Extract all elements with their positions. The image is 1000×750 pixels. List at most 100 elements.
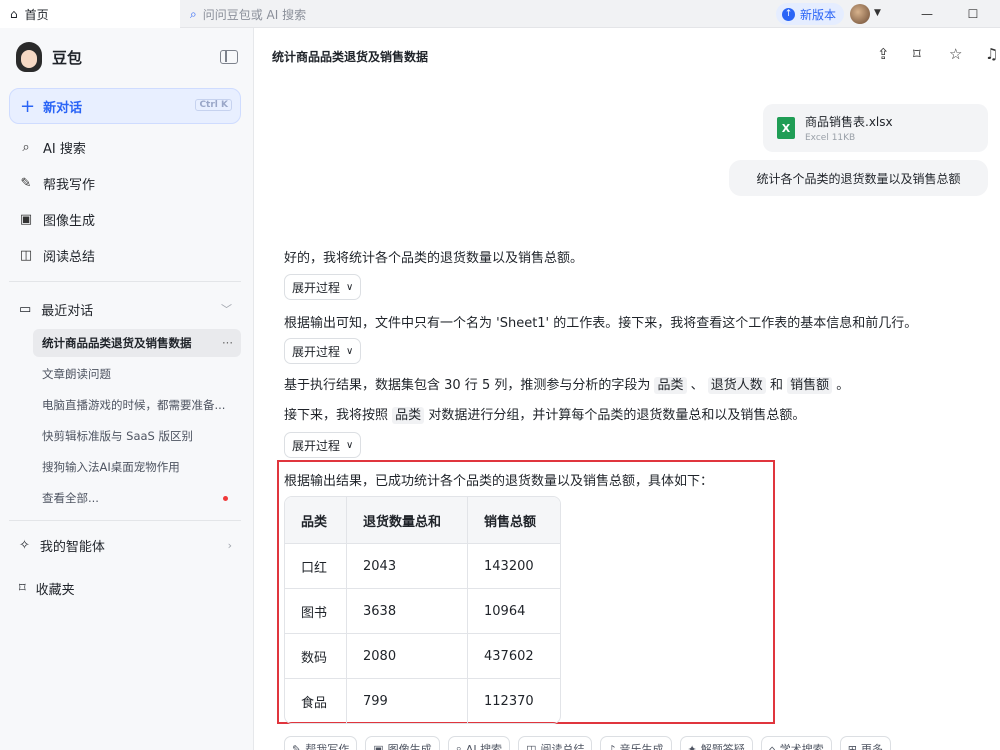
column-header: 品类 <box>285 497 347 543</box>
new-chat-button[interactable]: + 新对话 Ctrl K <box>9 88 241 124</box>
grid-icon: ⊞ <box>847 742 857 750</box>
file-name: 商品销售表.xlsx <box>805 115 893 129</box>
recent-chat-label: 统计商品品类退货及销售数据 <box>42 336 192 350</box>
excel-file-icon: X <box>777 117 795 139</box>
sidebar-item-favorites[interactable]: ⌑ 收藏夹 <box>0 571 254 605</box>
recent-section-header[interactable]: ▭ 最近对话 ﹀ <box>0 292 254 326</box>
title-bar: ⌂ 首页 ⌕ 问问豆包或 AI 搜索 ↑ 新版本 ▼ — ☐ <box>0 0 1000 28</box>
field-chip: 退货人数 <box>707 377 766 394</box>
tool-more[interactable]: ⊞ 更多 <box>839 736 891 750</box>
chevron-down-icon: ﹀ <box>221 303 232 316</box>
conversation-title: 统计商品品类退货及销售数据 <box>272 50 429 64</box>
text-fragment: 对数据进行分组，并计算每个品类的退货数量总和以及销售总额。 <box>428 408 806 423</box>
search-spark-icon: ⌕ <box>22 139 30 155</box>
new-version-button[interactable]: ↑ 新版本 <box>776 3 845 25</box>
assistant-text: 根据输出可知，文件中只有一个名为 'Sheet1' 的工作表。接下来，我将查看这… <box>284 316 918 331</box>
tool-label: 阅读总结 <box>540 743 585 750</box>
pen-icon: ✎ <box>292 742 302 750</box>
divider <box>9 281 241 282</box>
file-meta: Excel 11KB <box>805 133 856 143</box>
tool-academic[interactable]: ⌂ 学术搜索 <box>760 736 832 750</box>
sidebar-item-ai-search[interactable]: ⌕ AI 搜索 <box>0 130 254 164</box>
shortcut-hint: Ctrl K <box>195 99 232 111</box>
star-icon[interactable]: ☆ <box>949 45 962 63</box>
image-icon: ▣ <box>373 742 384 750</box>
doubao-avatar <box>16 42 42 72</box>
quick-tools-bar: ✎ 帮我写作 ▣ 图像生成 ⌕ AI 搜索 ◫ 阅读总结 ♪ 音乐生成 ✦ 解题答疑 ⌂ 学术… <box>284 736 891 750</box>
recent-chat-item[interactable]: 统计商品品类退货及销售数据 ··· <box>33 329 241 357</box>
pen-icon: ✎ <box>20 175 32 191</box>
sidebar-item-label: 帮我写作 <box>43 177 96 193</box>
brand: 豆包 <box>16 42 82 72</box>
expand-process-button[interactable]: 展开过程 ∨ <box>284 274 362 300</box>
caret-down-icon[interactable]: ▼ <box>874 8 881 18</box>
sidebar-item-agents[interactable]: ✧ 我的智能体 › <box>0 528 254 562</box>
update-arrow-icon: ↑ <box>782 7 795 21</box>
search-spark-icon: ⌕ <box>190 6 197 21</box>
assistant-text: 基于执行结果，数据集包含 30 行 5 列，推测参与分析的字段为 品类 、 退货… <box>284 374 850 394</box>
sidebar-item-image[interactable]: ▣ 图像生成 <box>0 202 254 236</box>
table-cell: 2080 <box>347 633 468 678</box>
recent-title: 最近对话 <box>41 303 94 319</box>
table-cell: 437602 <box>468 633 560 678</box>
tool-solve[interactable]: ✦ 解题答疑 <box>679 736 753 750</box>
assistant-text: 根据输出结果，已成功统计各个品类的退货数量以及销售总额，具体如下： <box>284 474 714 489</box>
tab-home[interactable]: ⌂ 首页 <box>0 0 180 28</box>
text-fragment: 基于执行结果，数据集包含 30 行 5 列，推测参与分析的字段为 <box>284 378 651 393</box>
table-row: 口红 2043 143200 <box>285 543 560 588</box>
expand-label: 展开过程 <box>292 344 341 359</box>
chevron-down-icon: ∨ <box>346 345 354 357</box>
lightbulb-icon: ✦ <box>687 742 697 750</box>
tool-writing[interactable]: ✎ 帮我写作 <box>284 736 358 750</box>
bell-icon[interactable]: ♫ <box>985 45 998 63</box>
tab-home-label: 首页 <box>24 7 49 22</box>
recent-chat-item[interactable]: 搜狗输入法AI桌面宠物作用 <box>33 453 241 481</box>
attachment-card[interactable]: X 商品销售表.xlsx Excel 11KB <box>763 104 988 152</box>
sidebar-toggle-icon[interactable] <box>220 50 238 64</box>
view-all-link[interactable]: 查看全部... <box>33 484 241 512</box>
sparkle-icon: ✧ <box>19 537 30 553</box>
sidebar-item-label: 收藏夹 <box>35 582 75 598</box>
tool-reading[interactable]: ◫ 阅读总结 <box>518 736 593 750</box>
recent-chat-item[interactable]: 文章朗读问题 <box>33 360 241 388</box>
table-row: 图书 3638 10964 <box>285 588 560 633</box>
text-fragment: 接下来，我将按照 <box>284 408 389 423</box>
sidebar-item-reading[interactable]: ◫ 阅读总结 <box>0 238 254 272</box>
recent-chat-label: 文章朗读问题 <box>42 367 111 381</box>
table-cell: 数码 <box>285 633 347 678</box>
tool-label: AI 搜索 <box>465 743 503 750</box>
user-message: 统计各个品类的退货数量以及销售总额 <box>729 160 988 196</box>
share-icon[interactable]: ⇪ <box>877 45 890 63</box>
bookmark-icon: ⌑ <box>19 580 26 596</box>
text-fragment: 和 <box>769 378 783 393</box>
text-fragment: 。 <box>836 378 850 393</box>
tool-label: 学术搜索 <box>779 743 824 750</box>
table-cell: 图书 <box>285 588 347 633</box>
recent-chat-label: 搜狗输入法AI桌面宠物作用 <box>42 460 180 474</box>
tool-ai-search[interactable]: ⌕ AI 搜索 <box>447 736 511 750</box>
expand-process-button[interactable]: 展开过程 ∨ <box>284 432 362 458</box>
user-avatar[interactable] <box>850 4 870 24</box>
view-all-label: 查看全部... <box>42 491 99 505</box>
maximize-button[interactable]: ☐ <box>950 0 996 28</box>
tool-music[interactable]: ♪ 音乐生成 <box>600 736 672 750</box>
new-version-label: 新版本 <box>800 7 837 22</box>
tool-image[interactable]: ▣ 图像生成 <box>365 736 440 750</box>
recent-chat-item[interactable]: 电脑直播游戏的时候，都需要准备... <box>33 391 241 419</box>
tool-label: 图像生成 <box>387 743 432 750</box>
column-header: 销售总额 <box>468 497 560 543</box>
tool-label: 帮我写作 <box>305 743 350 750</box>
table-header-row: 品类 退货数量总和 销售总额 <box>285 497 560 543</box>
tab-search[interactable]: ⌕ 问问豆包或 AI 搜索 <box>190 0 306 28</box>
sidebar-item-writing[interactable]: ✎ 帮我写作 <box>0 166 254 200</box>
search-spark-icon: ⌕ <box>455 742 462 750</box>
more-icon[interactable]: ··· <box>222 336 233 350</box>
minimize-button[interactable]: — <box>904 0 950 28</box>
recent-chat-item[interactable]: 快剪辑标准版与 SaaS 版区别 <box>33 422 241 450</box>
table-cell: 2043 <box>347 543 468 588</box>
result-table: 品类 退货数量总和 销售总额 口红 2043 143200 图书 3638 10… <box>284 496 561 724</box>
expand-process-button[interactable]: 展开过程 ∨ <box>284 338 362 364</box>
expand-label: 展开过程 <box>292 280 341 295</box>
table-row: 数码 2080 437602 <box>285 633 560 678</box>
bookmark-add-icon[interactable]: ⌑ <box>913 45 921 63</box>
